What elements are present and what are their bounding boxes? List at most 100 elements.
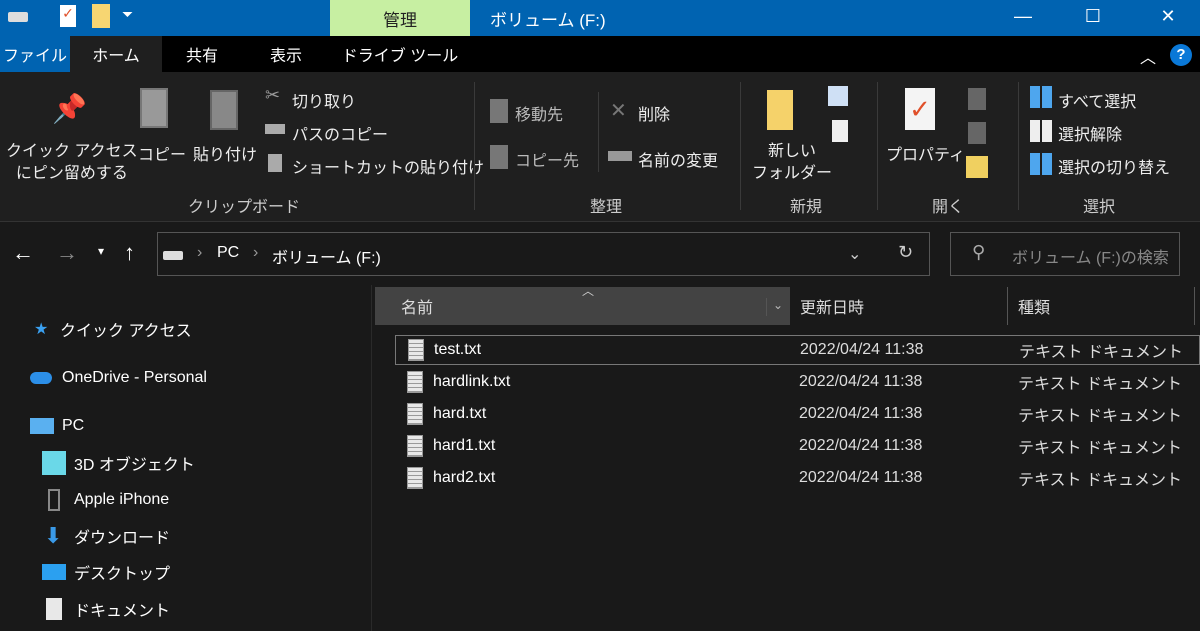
paste-shortcut-icon [268,154,282,172]
paste-shortcut-button[interactable]: ショートカットの貼り付け [292,154,484,178]
nav-label: 3D オブジェクト [74,457,195,474]
paste-icon [210,90,238,130]
group-label-open: 開く [932,199,965,216]
new-folder-quick-icon[interactable] [92,4,110,28]
properties-icon: ✓ [905,88,935,130]
back-button[interactable]: ← [12,240,34,266]
nav-item-onedrive[interactable]: OneDrive - Personal [30,363,207,393]
search-icon: ⚲ [972,242,986,262]
nav-item-iphone[interactable]: Apple iPhone [48,485,169,515]
drive-icon [163,251,183,260]
file-type: テキスト ドキュメント [1018,440,1182,457]
new-folder-label: 新しい [768,143,817,160]
separator [740,82,741,210]
refresh-icon[interactable]: ↻ [898,242,913,263]
pin-icon: 📌 [52,93,87,124]
separator [877,82,878,210]
text-file-icon [408,339,424,361]
file-name: hardlink.txt [433,373,511,390]
nav-item-3d-objects[interactable]: 3D オブジェクト [42,448,195,478]
nav-item-pc[interactable]: PC [30,411,84,441]
copy-icon [140,88,168,128]
pin-quick-access-button[interactable]: クイック アクセス にピン留めする [6,141,138,185]
maximize-button[interactable]: ☐ [1070,0,1116,32]
tab-drive-tools[interactable]: ドライブ ツール [330,36,470,72]
help-icon[interactable]: ? [1170,44,1192,66]
properties-button[interactable]: プロパティ [886,141,965,165]
file-name: test.txt [434,341,482,358]
file-row[interactable]: hard.txt 2022/04/24 11:38 テキスト ドキュメント [395,399,1200,429]
copy-to-button[interactable]: コピー先 [515,147,579,171]
copy-path-icon [265,124,285,134]
open-icon[interactable] [968,88,986,110]
collapse-ribbon-icon[interactable]: ︿ [1140,44,1156,68]
invert-selection-button[interactable]: 選択の切り替え [1058,154,1170,178]
delete-button[interactable]: 削除 [638,101,670,125]
move-to-button[interactable]: 移動先 [515,101,563,125]
column-label: 名前 [401,300,434,317]
column-header-type[interactable]: 種類 [1008,287,1195,325]
new-folder-button[interactable]: 新しい フォルダー [752,141,832,185]
download-icon: ⬇ [44,523,63,548]
copy-to-icon [490,145,508,169]
file-date: 2022/04/24 11:38 [800,341,924,358]
nav-item-downloads[interactable]: ⬇ ダウンロード [44,521,170,551]
nav-item-desktop[interactable]: デスクトップ [42,557,170,587]
window-title: ボリューム (F:) [490,11,606,30]
nav-label: Apple iPhone [74,491,170,508]
file-name: hard2.txt [433,469,496,486]
computer-icon [30,418,54,434]
tab-view[interactable]: 表示 [242,36,330,72]
nav-item-quick-access[interactable]: ★ クイック アクセス [34,314,192,344]
properties-quick-icon[interactable]: ✓ [60,5,76,27]
customize-qat-icon[interactable]: ⏷ [122,6,133,23]
context-tab-manage[interactable]: 管理 [330,0,470,36]
tab-share[interactable]: 共有 [162,36,242,72]
copy-button[interactable]: コピー [138,141,186,165]
tab-file[interactable]: ファイル [0,36,70,72]
close-button[interactable]: ✕ [1145,0,1191,32]
address-dropdown-icon[interactable]: ⌄ [848,244,861,264]
file-row[interactable]: hardlink.txt 2022/04/24 11:38 テキスト ドキュメント [395,367,1200,397]
nav-item-documents[interactable]: ドキュメント [46,594,170,624]
paste-button[interactable]: 貼り付け [193,141,257,165]
text-file-icon [407,371,423,393]
forward-button[interactable]: → [56,240,78,266]
rename-button[interactable]: 名前の変更 [638,147,718,171]
up-button[interactable]: ↑ [124,240,135,266]
file-row[interactable]: test.txt 2022/04/24 11:38 テキスト ドキュメント [395,335,1200,365]
text-file-icon [407,467,423,489]
minimize-button[interactable]: — [1000,0,1046,32]
file-row[interactable]: hard1.txt 2022/04/24 11:38 テキスト ドキュメント [395,431,1200,461]
file-date: 2022/04/24 11:38 [799,437,923,454]
recent-locations-icon[interactable]: ▾ [98,244,104,258]
cut-button[interactable]: 切り取り [292,88,356,112]
new-folder-icon [767,90,793,130]
group-label-select: 選択 [1083,199,1116,216]
breadcrumb-pc[interactable]: PC [217,244,239,262]
pin-label-2: にピン留めする [15,165,128,182]
desktop-icon [42,564,66,580]
column-header-date[interactable]: 更新日時 [790,287,1008,325]
history-icon[interactable] [966,156,988,178]
nav-label: デスクトップ [74,566,171,583]
pin-label: クイック アクセス [6,143,138,160]
select-all-button[interactable]: すべて選択 [1058,88,1136,112]
copy-path-button[interactable]: パスのコピー [292,121,388,145]
easy-access-icon[interactable] [832,120,848,142]
move-to-icon [490,99,508,123]
chevron-right-icon: › [197,244,203,261]
file-date: 2022/04/24 11:38 [799,469,923,486]
select-none-button[interactable]: 選択解除 [1058,121,1122,145]
edit-icon[interactable] [968,122,986,144]
breadcrumb-volume[interactable]: ボリューム (F:) [272,244,381,268]
select-none-icon [1030,120,1052,142]
column-filter-icon[interactable]: ⌄ [766,298,783,316]
text-file-icon [407,435,423,457]
tab-home[interactable]: ホーム [70,36,162,72]
new-item-icon[interactable] [828,86,848,106]
file-row[interactable]: hard2.txt 2022/04/24 11:38 テキスト ドキュメント [395,463,1200,493]
search-placeholder[interactable]: ボリューム (F:)の検索 [1012,244,1169,268]
group-label-new: 新規 [790,199,823,216]
nav-label: PC [62,417,85,434]
